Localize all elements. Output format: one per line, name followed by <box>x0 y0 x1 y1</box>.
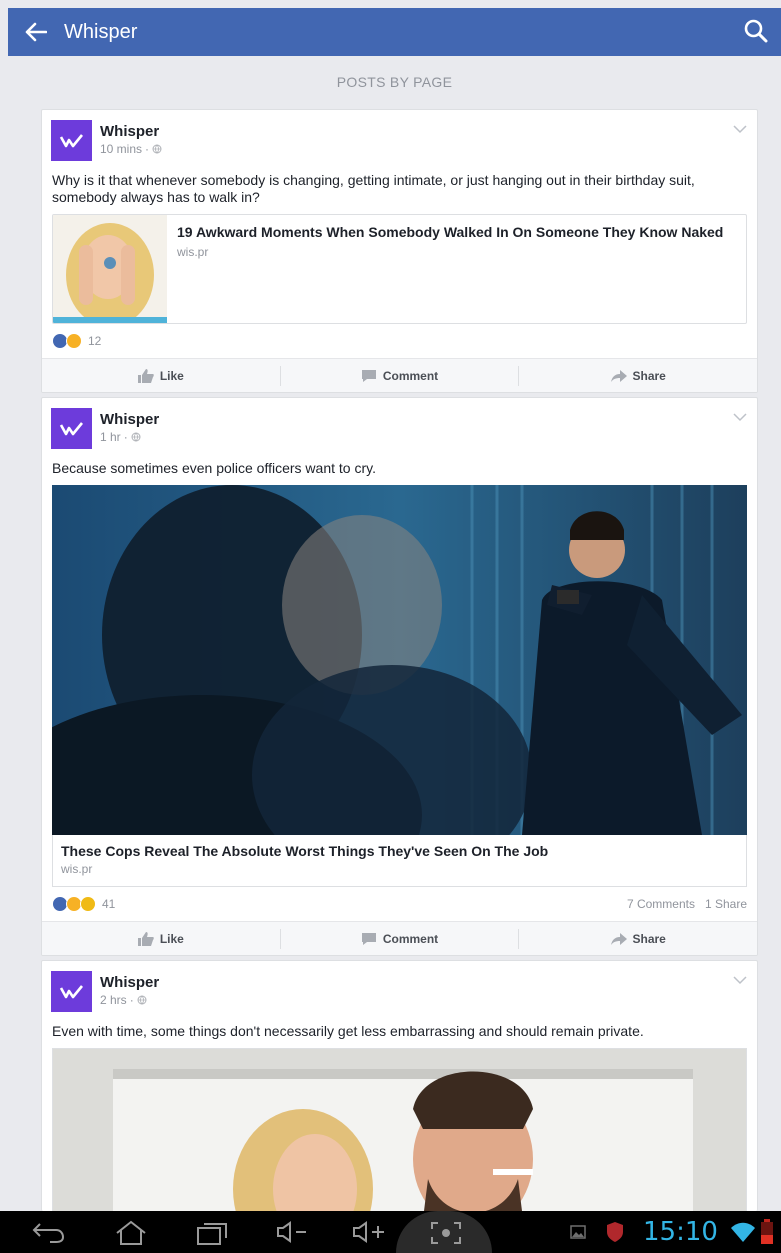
whisper-logo-avatar[interactable] <box>51 971 92 1012</box>
share-label: Share <box>632 931 666 946</box>
post-author[interactable]: Whisper <box>100 974 159 991</box>
share-button[interactable]: Share <box>518 928 757 949</box>
link-caption[interactable]: These Cops Reveal The Absolute Worst Thi… <box>52 835 747 887</box>
search-icon <box>744 19 768 43</box>
link-title: These Cops Reveal The Absolute Worst Thi… <box>61 843 549 859</box>
reaction-count: 12 <box>88 334 102 348</box>
link-preview[interactable]: 19 Awkward Moments When Somebody Walked … <box>52 214 747 324</box>
shield-notification-icon <box>607 1222 623 1242</box>
reactions-bar[interactable]: 41 7 Comments 1 Share <box>42 887 757 921</box>
link-domain: wis.pr <box>61 862 93 876</box>
post-time[interactable]: 1 hr <box>100 430 121 444</box>
comment-label: Comment <box>382 368 439 383</box>
globe-icon <box>137 995 147 1005</box>
post-time[interactable]: 2 hrs <box>100 993 127 1007</box>
post-card: Whisper 2 hrs · Even with time, some thin… <box>41 960 758 1211</box>
post-meta: 2 hrs · <box>100 993 147 1007</box>
screenshot-icon[interactable] <box>428 1220 464 1246</box>
reaction-icons <box>52 333 82 349</box>
post-author[interactable]: Whisper <box>100 411 159 428</box>
volume-down-icon[interactable] <box>276 1220 312 1244</box>
globe-icon <box>152 144 162 154</box>
comment-icon <box>361 369 376 382</box>
post-meta: 10 mins · <box>100 142 162 156</box>
like-button[interactable]: Like <box>42 366 280 386</box>
post-meta: 1 hr · <box>100 430 141 444</box>
post-text: Why is it that whenever somebody is chan… <box>52 172 695 205</box>
comment-icon <box>361 932 376 945</box>
home-nav-icon[interactable] <box>114 1220 148 1246</box>
app-bar: Whisper <box>8 8 781 56</box>
wow-reaction-icon <box>80 896 96 912</box>
thumbs-up-icon <box>137 368 154 383</box>
post-card: Whisper 10 mins · Why is it that whenever… <box>41 109 758 393</box>
page-title: Whisper <box>64 20 138 43</box>
recent-apps-icon[interactable] <box>194 1220 230 1246</box>
back-button[interactable] <box>8 8 64 56</box>
reactions-bar[interactable]: 12 <box>42 324 757 358</box>
thumbs-up-icon <box>137 931 154 946</box>
status-clock: 15:10 <box>643 1217 718 1247</box>
link-thumbnail <box>53 215 167 323</box>
reaction-icons <box>52 896 96 912</box>
share-label: Share <box>632 368 666 383</box>
post-card: Whisper 1 hr · Because sometimes even pol… <box>41 397 758 956</box>
chevron-down-icon[interactable] <box>733 124 747 134</box>
share-button[interactable]: Share <box>518 365 757 386</box>
whisper-logo-icon <box>59 133 83 147</box>
post-header: Whisper 2 hrs · <box>42 961 757 1017</box>
engagement-summary: 7 Comments 1 Share <box>627 897 747 911</box>
battery-low-icon <box>761 1219 773 1244</box>
share-arrow-icon <box>610 932 627 945</box>
comment-count[interactable]: 7 Comments <box>627 897 695 911</box>
chevron-down-icon[interactable] <box>733 412 747 422</box>
post-header: Whisper 10 mins · <box>42 110 757 166</box>
wifi-icon <box>731 1222 755 1242</box>
search-button[interactable] <box>743 18 771 46</box>
post-text: Even with time, some things don't necess… <box>52 1023 644 1039</box>
whisper-logo-avatar[interactable] <box>51 408 92 449</box>
chevron-down-icon[interactable] <box>733 975 747 985</box>
post-actions: Like Comment Share <box>42 921 757 955</box>
share-arrow-icon <box>610 369 627 382</box>
arrow-left-icon <box>25 22 47 42</box>
section-label: POSTS BY PAGE <box>336 74 453 90</box>
link-domain: wis.pr <box>177 245 209 259</box>
globe-icon <box>131 432 141 442</box>
share-count[interactable]: 1 Share <box>705 897 747 911</box>
post-image[interactable] <box>52 1048 747 1211</box>
post-image[interactable] <box>52 485 747 835</box>
post-header: Whisper 1 hr · <box>42 398 757 454</box>
back-nav-icon[interactable] <box>30 1220 66 1244</box>
whisper-logo-icon <box>59 984 83 998</box>
like-button[interactable]: Like <box>42 929 280 949</box>
gallery-notification-icon <box>570 1225 586 1239</box>
whisper-logo-icon <box>59 421 83 435</box>
system-nav-bar: 15:10 <box>0 1211 781 1253</box>
comment-label: Comment <box>382 931 439 946</box>
post-actions: Like Comment Share <box>42 358 757 392</box>
post-text: Because sometimes even police officers w… <box>52 460 376 476</box>
link-title: 19 Awkward Moments When Somebody Walked … <box>177 224 724 240</box>
reaction-count: 41 <box>102 897 116 911</box>
like-label: Like <box>159 368 184 383</box>
post-author[interactable]: Whisper <box>100 123 159 140</box>
post-time[interactable]: 10 mins <box>100 142 142 156</box>
comment-button[interactable]: Comment <box>279 928 519 949</box>
like-label: Like <box>159 931 184 946</box>
haha-reaction-icon <box>66 333 82 349</box>
whisper-logo-avatar[interactable] <box>51 120 92 161</box>
link-info: 19 Awkward Moments When Somebody Walked … <box>167 215 733 323</box>
comment-button[interactable]: Comment <box>279 365 519 386</box>
volume-up-icon[interactable] <box>352 1220 392 1244</box>
